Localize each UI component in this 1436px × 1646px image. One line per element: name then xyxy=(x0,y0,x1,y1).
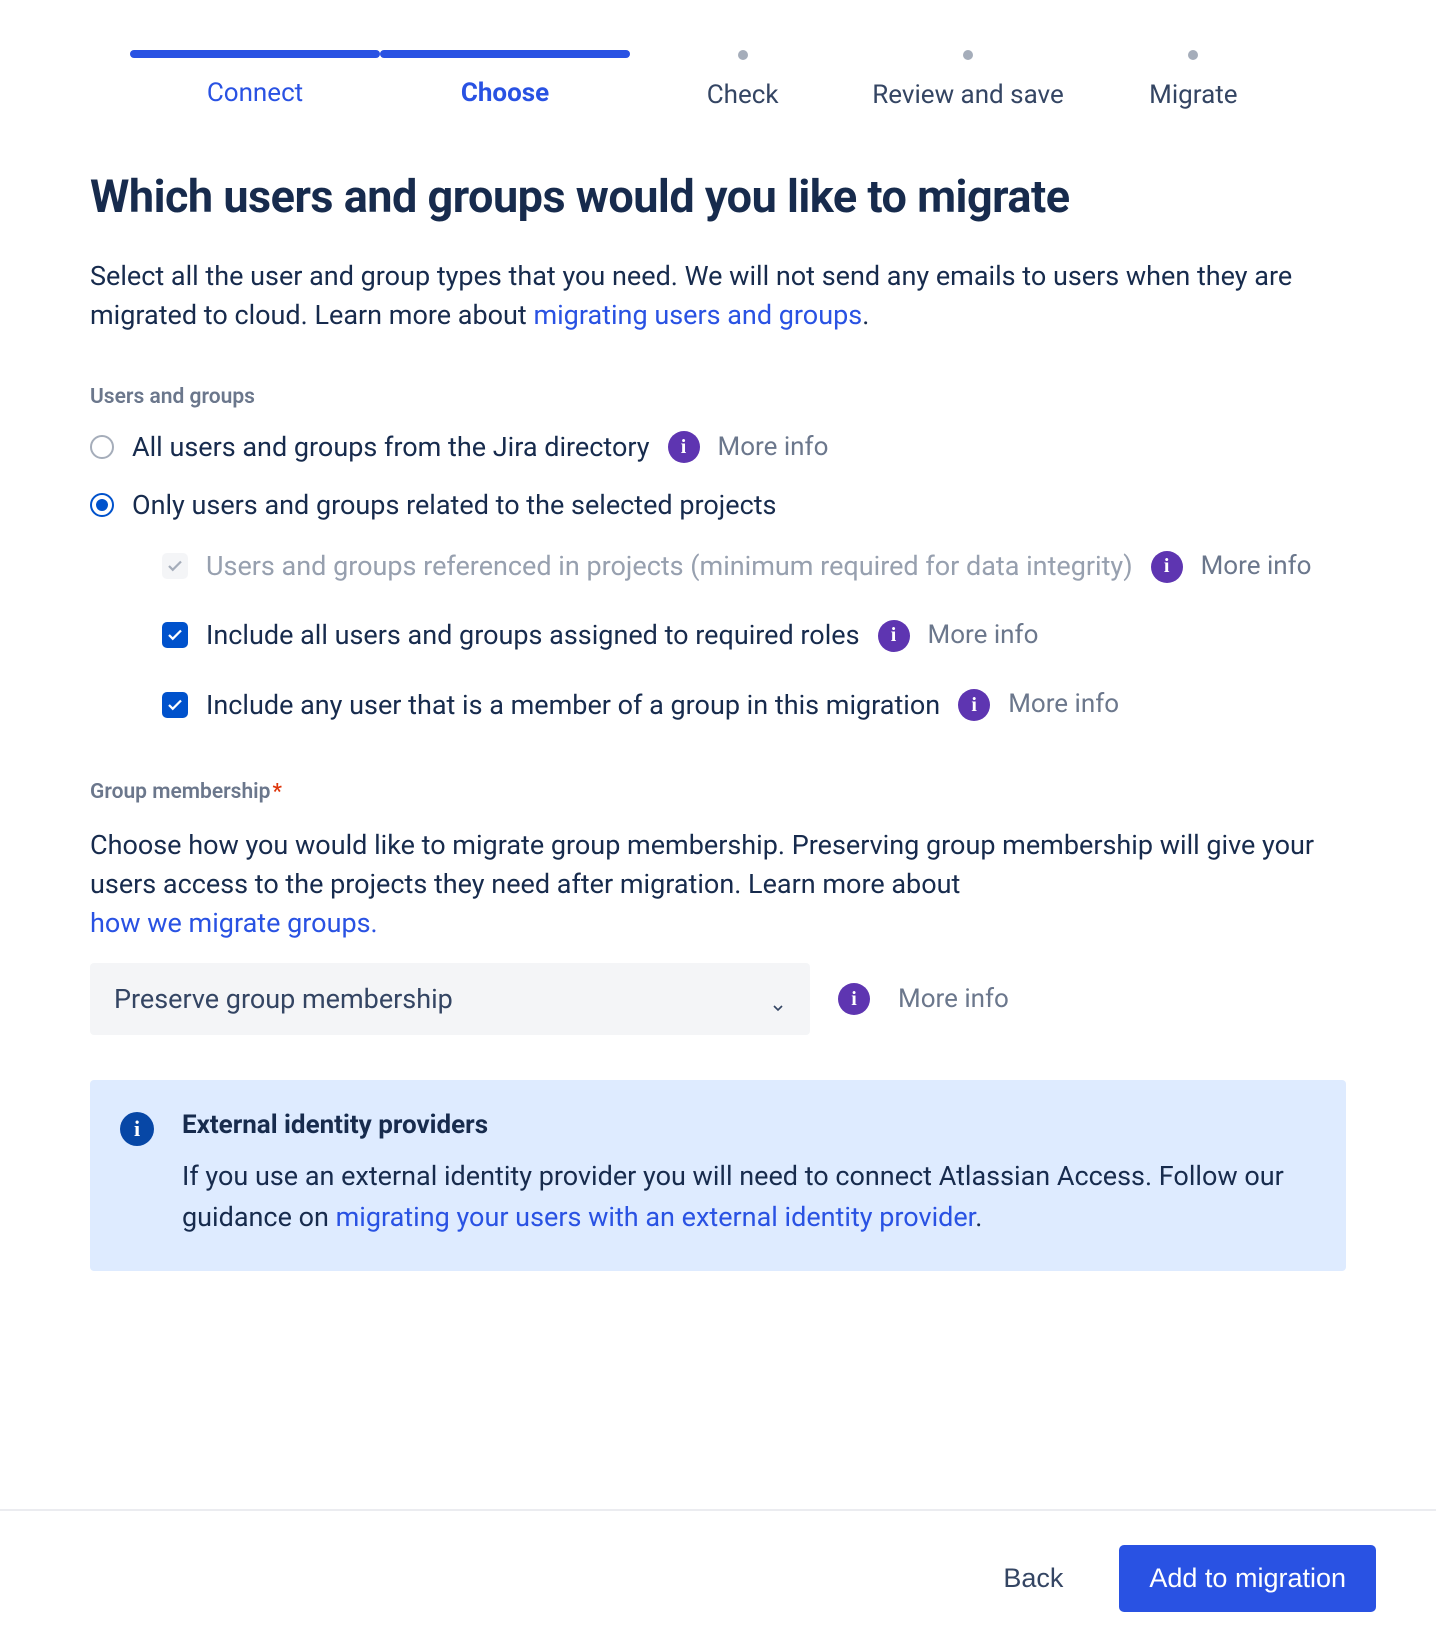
step-dot xyxy=(1188,50,1198,60)
checkbox-label: Users and groups referenced in projects … xyxy=(206,547,1133,586)
stepper: Connect Choose Check Review and save Mig… xyxy=(40,0,1396,130)
radio-unchecked-icon[interactable] xyxy=(90,435,114,459)
step-dot xyxy=(963,50,973,60)
group-membership-label-text: Group membership xyxy=(90,780,270,804)
intro-link[interactable]: migrating users and groups xyxy=(533,299,862,331)
info-icon: i xyxy=(120,1112,154,1146)
checkbox-label: Include any user that is a member of a g… xyxy=(206,686,940,725)
step-bar-active xyxy=(380,50,630,58)
group-membership-desc: Choose how you would like to migrate gro… xyxy=(90,826,1346,943)
more-info-link[interactable]: More info xyxy=(718,432,829,462)
group-membership-dropdown-row: Preserve group membership i More info xyxy=(90,963,1346,1035)
radio-checked-icon[interactable] xyxy=(90,493,114,517)
checkbox-include-members[interactable]: Include any user that is a member of a g… xyxy=(162,686,1346,725)
external-idp-banner: i External identity providers If you use… xyxy=(90,1080,1346,1271)
checkbox-referenced: Users and groups referenced in projects … xyxy=(162,547,1346,586)
step-migrate[interactable]: Migrate xyxy=(1081,50,1306,110)
info-icon[interactable]: i xyxy=(1151,551,1183,583)
group-membership-dropdown[interactable]: Preserve group membership xyxy=(90,963,810,1035)
more-info-link[interactable]: More info xyxy=(1201,548,1312,586)
intro-text: Select all the user and group types that… xyxy=(90,257,1346,335)
info-icon[interactable]: i xyxy=(838,983,870,1015)
group-membership-label: Group membership* xyxy=(90,780,1346,804)
add-to-migration-button[interactable]: Add to migration xyxy=(1119,1545,1376,1612)
radio-option-only-related[interactable]: Only users and groups related to the sel… xyxy=(90,489,1346,521)
radio-option-all[interactable]: All users and groups from the Jira direc… xyxy=(90,431,1346,463)
back-button[interactable]: Back xyxy=(987,1549,1079,1608)
checkbox-include-roles[interactable]: Include all users and groups assigned to… xyxy=(162,616,1346,655)
info-icon[interactable]: i xyxy=(668,431,700,463)
step-dot xyxy=(738,50,748,60)
gm-desc-prefix: Choose how you would like to migrate gro… xyxy=(90,829,1314,900)
users-groups-label: Users and groups xyxy=(90,385,1346,409)
chevron-down-icon xyxy=(770,991,786,1007)
info-icon[interactable]: i xyxy=(878,620,910,652)
required-star: * xyxy=(272,780,281,804)
step-review[interactable]: Review and save xyxy=(855,50,1080,110)
banner-link[interactable]: migrating your users with an external id… xyxy=(336,1201,976,1233)
step-bar-done xyxy=(130,50,380,58)
step-label: Migrate xyxy=(1149,80,1237,110)
more-info-link[interactable]: More info xyxy=(928,617,1039,655)
checkbox-label: Include all users and groups assigned to… xyxy=(206,616,860,655)
checkbox-checked-icon[interactable] xyxy=(162,622,188,648)
banner-title: External identity providers xyxy=(182,1110,1316,1140)
radio-label: Only users and groups related to the sel… xyxy=(132,489,776,521)
checkbox-disabled-icon xyxy=(162,553,188,579)
footer: Back Add to migration xyxy=(0,1509,1436,1646)
banner-suffix: . xyxy=(975,1201,982,1233)
step-label: Check xyxy=(707,80,779,110)
page-title: Which users and groups would you like to… xyxy=(90,170,1346,223)
more-info-link[interactable]: More info xyxy=(1008,686,1119,724)
step-check[interactable]: Check xyxy=(630,50,855,110)
dropdown-value: Preserve group membership xyxy=(114,983,453,1015)
step-label: Choose xyxy=(461,78,549,108)
more-info-link[interactable]: More info xyxy=(898,984,1009,1014)
gm-desc-link[interactable]: how we migrate groups. xyxy=(90,907,378,939)
intro-suffix: . xyxy=(862,299,869,331)
step-connect[interactable]: Connect xyxy=(130,50,380,110)
users-groups-radiogroup: All users and groups from the Jira direc… xyxy=(90,431,1346,724)
checkbox-checked-icon[interactable] xyxy=(162,692,188,718)
step-label: Review and save xyxy=(872,80,1064,110)
banner-body: If you use an external identity provider… xyxy=(182,1156,1316,1237)
step-label: Connect xyxy=(207,78,303,108)
step-choose[interactable]: Choose xyxy=(380,50,630,110)
radio-label: All users and groups from the Jira direc… xyxy=(132,431,650,463)
sub-options: Users and groups referenced in projects … xyxy=(162,547,1346,724)
info-icon[interactable]: i xyxy=(958,689,990,721)
